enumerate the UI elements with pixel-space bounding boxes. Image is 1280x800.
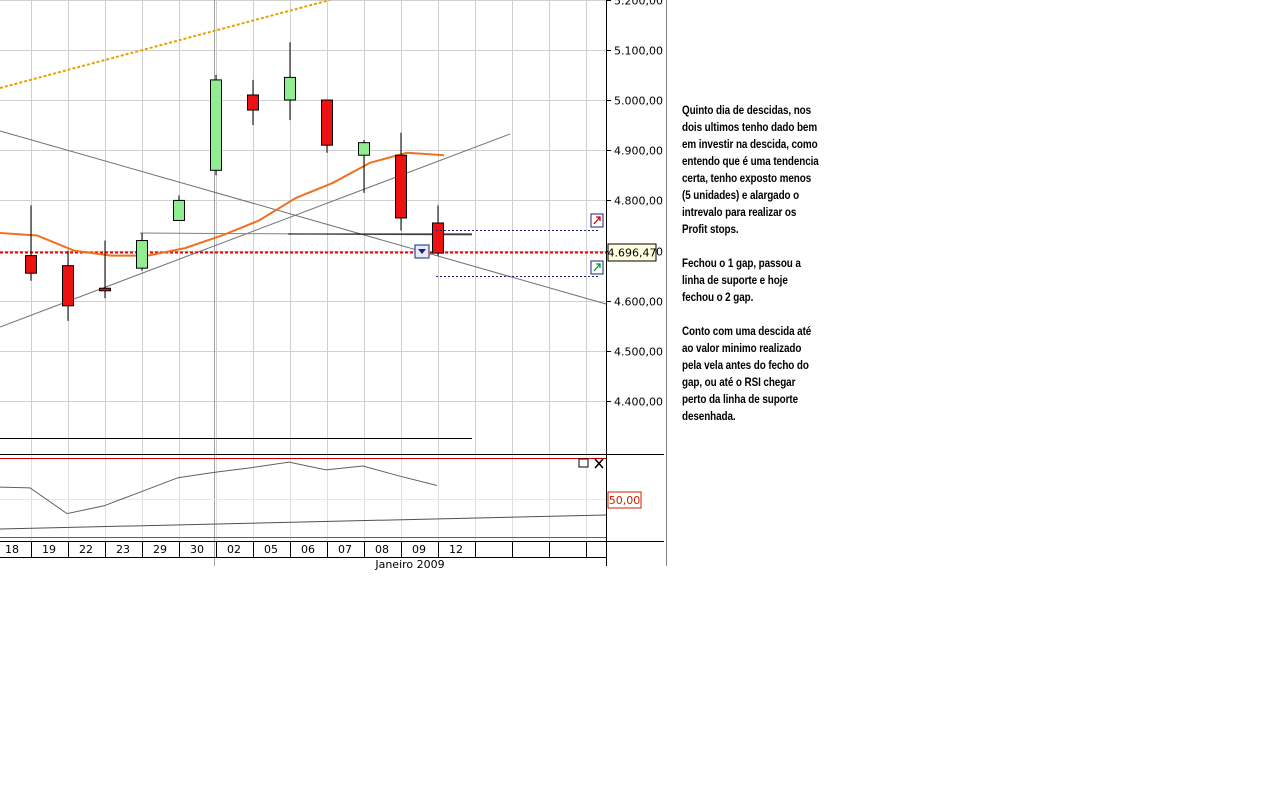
x-tick-label: 22 <box>79 543 93 556</box>
x-tick-label: 30 <box>190 543 204 556</box>
candle-body <box>284 76 296 101</box>
x-tick-label: 06 <box>301 543 315 556</box>
candle-body <box>173 199 185 221</box>
stock-chart: 5.200,00 5.100,00 5.000,00 4.900,00 4.800,00… <box>0 0 664 571</box>
candle-body <box>247 94 259 111</box>
candle-body <box>395 154 407 219</box>
y-tick-label: 4.400,00 <box>614 396 663 409</box>
chart-gridlines <box>0 0 606 566</box>
x-tick-label: 12 <box>449 543 463 556</box>
x-tick-label: 08 <box>375 543 389 556</box>
rsi-panel: 50,00 <box>0 458 642 538</box>
order-marker-icon[interactable] <box>590 213 604 228</box>
candle[interactable] <box>395 132 407 231</box>
commentary-paragraph-3: Conto com uma descida até ao valor minim… <box>682 326 812 423</box>
x-tick-label: 09 <box>412 543 426 556</box>
candle[interactable] <box>321 99 333 153</box>
stop-marker-icon[interactable] <box>590 260 604 275</box>
x-tick-label: 18 <box>5 543 19 556</box>
commentary-text: Quinto dia de descidas, nos dois ultimos… <box>682 103 820 443</box>
candle-body <box>136 240 148 269</box>
candle[interactable] <box>62 250 74 321</box>
trendlines <box>0 0 607 439</box>
candle[interactable] <box>210 74 222 176</box>
commentary-paragraph-1: Quinto dia de descidas, nos dois ultimos… <box>682 105 819 236</box>
rsi-level-label: 50,00 <box>609 494 641 507</box>
rsi-line <box>0 461 438 515</box>
x-tick-label: 19 <box>42 543 56 556</box>
x-tick-label: 05 <box>264 543 278 556</box>
x-tick-label: 02 <box>227 543 241 556</box>
candle[interactable] <box>136 233 148 271</box>
y-tick-label: 4.800,00 <box>614 195 663 208</box>
candle-body <box>321 99 333 146</box>
candle-body <box>62 265 74 307</box>
panel-maximize-button[interactable] <box>578 458 589 468</box>
rsi-support-line <box>0 514 607 530</box>
rsi-line-layer <box>0 461 607 530</box>
y-tick-label: 4.500,00 <box>614 346 663 359</box>
candle[interactable] <box>173 195 185 221</box>
commentary-paragraph-2: Fechou o 1 gap, passou a linha de suport… <box>682 258 801 304</box>
y-tick-label: 4.600,00 <box>614 296 663 309</box>
x-tick-label: 23 <box>116 543 130 556</box>
current-price-tag: 4.696,47 <box>607 243 657 262</box>
y-tick-label: 5.100,00 <box>614 45 663 58</box>
orange-trendline <box>0 0 331 89</box>
current-price-label: 4.696,47 <box>608 247 657 260</box>
candle[interactable] <box>247 79 259 126</box>
candle-body <box>432 222 444 254</box>
x-tick-label: 29 <box>153 543 167 556</box>
entry-marker-icon[interactable] <box>414 244 430 259</box>
candle-body <box>210 79 222 171</box>
panel-divider <box>666 0 667 566</box>
y-tick-label: 5.200,00 <box>614 0 663 8</box>
x-group-label: Janeiro 2009 <box>374 558 444 571</box>
candle[interactable] <box>284 42 296 121</box>
y-tick-label: 5.000,00 <box>614 95 663 108</box>
x-tick-label: 07 <box>338 543 352 556</box>
candle-body <box>99 287 111 292</box>
y-tick-labels: 5.200,00 5.100,00 5.000,00 4.900,00 4.800,00… <box>606 0 663 409</box>
candle[interactable] <box>358 140 370 193</box>
y-tick-label: 4.900,00 <box>614 145 663 158</box>
price-axis <box>0 0 664 566</box>
candle[interactable] <box>99 240 111 299</box>
x-tick-labels: 18 19 22 23 29 30 02 05 06 07 08 09 12 <box>5 543 463 556</box>
candle-body <box>25 255 37 274</box>
falling-trendline <box>0 130 607 305</box>
candle-body <box>358 142 370 156</box>
candle[interactable] <box>25 205 37 281</box>
candles-layer[interactable] <box>25 42 444 321</box>
panel-close-icon[interactable] <box>594 458 604 469</box>
